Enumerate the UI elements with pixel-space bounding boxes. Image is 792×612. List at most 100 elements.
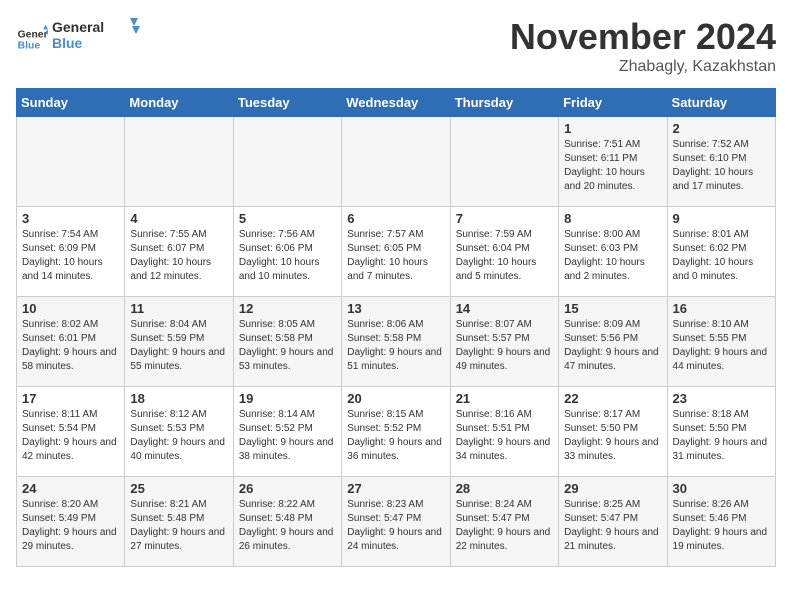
calendar-cell: 27Sunrise: 8:23 AM Sunset: 5:47 PM Dayli… bbox=[342, 477, 450, 567]
day-number: 21 bbox=[456, 391, 553, 406]
day-number: 27 bbox=[347, 481, 444, 496]
calendar-cell bbox=[342, 117, 450, 207]
day-detail: Sunrise: 7:59 AM Sunset: 6:04 PM Dayligh… bbox=[456, 229, 537, 282]
calendar-cell: 15Sunrise: 8:09 AM Sunset: 5:56 PM Dayli… bbox=[559, 297, 667, 387]
calendar-body: 1 Sunrise: 7:51 AM Sunset: 6:11 PM Daylig… bbox=[17, 117, 776, 567]
location: Zhabagly, Kazakhstan bbox=[510, 58, 776, 76]
day-number: 2 bbox=[673, 121, 770, 136]
calendar-cell: 14 Sunrise: 8:07 AM Sunset: 5:57 PM Dayli… bbox=[450, 297, 558, 387]
logo-svg: General Blue bbox=[52, 16, 142, 56]
calendar-cell: 13 Sunrise: 8:06 AM Sunset: 5:58 PM Dayli… bbox=[342, 297, 450, 387]
day-detail: Sunrise: 8:05 AM Sunset: 5:58 PM Dayligh… bbox=[239, 319, 334, 372]
calendar-cell: 7 Sunrise: 7:59 AM Sunset: 6:04 PM Daylig… bbox=[450, 207, 558, 297]
calendar-week-3: 10 Sunrise: 8:02 AM Sunset: 6:01 PM Dayli… bbox=[17, 297, 776, 387]
day-detail: Sunrise: 7:52 AM Sunset: 6:10 PM Dayligh… bbox=[673, 139, 754, 192]
day-number: 25 bbox=[130, 481, 227, 496]
calendar-cell: 28Sunrise: 8:24 AM Sunset: 5:47 PM Dayli… bbox=[450, 477, 558, 567]
calendar-cell: 3Sunrise: 7:54 AM Sunset: 6:09 PM Daylig… bbox=[17, 207, 125, 297]
day-detail: Sunrise: 8:09 AM Sunset: 5:56 PM Dayligh… bbox=[564, 319, 659, 372]
day-detail: Sunrise: 8:06 AM Sunset: 5:58 PM Dayligh… bbox=[347, 319, 442, 372]
day-number: 20 bbox=[347, 391, 444, 406]
calendar-cell: 29 Sunrise: 8:25 AM Sunset: 5:47 PM Dayli… bbox=[559, 477, 667, 567]
day-number: 26 bbox=[239, 481, 336, 496]
calendar-week-5: 24 Sunrise: 8:20 AM Sunset: 5:49 PM Dayli… bbox=[17, 477, 776, 567]
calendar-cell bbox=[233, 117, 341, 207]
day-number: 22 bbox=[564, 391, 661, 406]
calendar-cell: 8 Sunrise: 8:00 AM Sunset: 6:03 PM Daylig… bbox=[559, 207, 667, 297]
page-header: General Blue General Blue November 2024 … bbox=[16, 16, 776, 76]
day-number: 13 bbox=[347, 301, 444, 316]
logo: General Blue General Blue bbox=[16, 16, 142, 61]
day-number: 7 bbox=[456, 211, 553, 226]
day-number: 9 bbox=[673, 211, 770, 226]
day-detail: Sunrise: 8:10 AM Sunset: 5:55 PM Dayligh… bbox=[673, 319, 768, 372]
day-detail: Sunrise: 8:21 AM Sunset: 5:48 PM Dayligh… bbox=[130, 499, 225, 552]
svg-text:General: General bbox=[52, 19, 104, 35]
calendar-cell: 16 Sunrise: 8:10 AM Sunset: 5:55 PM Dayli… bbox=[667, 297, 775, 387]
day-detail: Sunrise: 8:07 AM Sunset: 5:57 PM Dayligh… bbox=[456, 319, 551, 372]
svg-text:General: General bbox=[18, 29, 48, 40]
day-number: 30 bbox=[673, 481, 770, 496]
day-detail: Sunrise: 7:51 AM Sunset: 6:11 PM Dayligh… bbox=[564, 139, 645, 192]
calendar-cell: 2 Sunrise: 7:52 AM Sunset: 6:10 PM Daylig… bbox=[667, 117, 775, 207]
day-number: 8 bbox=[564, 211, 661, 226]
calendar-cell: 24 Sunrise: 8:20 AM Sunset: 5:49 PM Dayli… bbox=[17, 477, 125, 567]
header-cell-sunday: Sunday bbox=[17, 89, 125, 117]
day-detail: Sunrise: 8:16 AM Sunset: 5:51 PM Dayligh… bbox=[456, 409, 551, 462]
calendar-cell: 23 Sunrise: 8:18 AM Sunset: 5:50 PM Dayli… bbox=[667, 387, 775, 477]
day-detail: Sunrise: 8:02 AM Sunset: 6:01 PM Dayligh… bbox=[22, 319, 117, 372]
day-detail: Sunrise: 8:04 AM Sunset: 5:59 PM Dayligh… bbox=[130, 319, 225, 372]
day-number: 18 bbox=[130, 391, 227, 406]
day-detail: Sunrise: 8:12 AM Sunset: 5:53 PM Dayligh… bbox=[130, 409, 225, 462]
day-number: 16 bbox=[673, 301, 770, 316]
calendar-cell bbox=[125, 117, 233, 207]
header-cell-monday: Monday bbox=[125, 89, 233, 117]
day-number: 29 bbox=[564, 481, 661, 496]
calendar-cell: 6 Sunrise: 7:57 AM Sunset: 6:05 PM Daylig… bbox=[342, 207, 450, 297]
day-number: 1 bbox=[564, 121, 661, 136]
calendar-cell: 25 Sunrise: 8:21 AM Sunset: 5:48 PM Dayli… bbox=[125, 477, 233, 567]
calendar-week-4: 17Sunrise: 8:11 AM Sunset: 5:54 PM Dayli… bbox=[17, 387, 776, 477]
calendar-cell: 20 Sunrise: 8:15 AM Sunset: 5:52 PM Dayli… bbox=[342, 387, 450, 477]
day-detail: Sunrise: 7:57 AM Sunset: 6:05 PM Dayligh… bbox=[347, 229, 428, 282]
header-cell-wednesday: Wednesday bbox=[342, 89, 450, 117]
svg-text:Blue: Blue bbox=[52, 35, 83, 51]
day-number: 5 bbox=[239, 211, 336, 226]
day-number: 4 bbox=[130, 211, 227, 226]
day-number: 19 bbox=[239, 391, 336, 406]
day-number: 23 bbox=[673, 391, 770, 406]
day-detail: Sunrise: 8:20 AM Sunset: 5:49 PM Dayligh… bbox=[22, 499, 117, 552]
header-row: SundayMondayTuesdayWednesdayThursdayFrid… bbox=[17, 89, 776, 117]
logo-icon: General Blue bbox=[16, 23, 48, 55]
calendar-cell: 10 Sunrise: 8:02 AM Sunset: 6:01 PM Dayli… bbox=[17, 297, 125, 387]
calendar-cell: 26 Sunrise: 8:22 AM Sunset: 5:48 PM Dayli… bbox=[233, 477, 341, 567]
day-number: 14 bbox=[456, 301, 553, 316]
calendar-cell: 12 Sunrise: 8:05 AM Sunset: 5:58 PM Dayli… bbox=[233, 297, 341, 387]
day-detail: Sunrise: 8:15 AM Sunset: 5:52 PM Dayligh… bbox=[347, 409, 442, 462]
day-number: 10 bbox=[22, 301, 119, 316]
month-title: November 2024 bbox=[510, 16, 776, 58]
day-detail: Sunrise: 8:11 AM Sunset: 5:54 PM Dayligh… bbox=[22, 409, 117, 462]
calendar-cell: 11Sunrise: 8:04 AM Sunset: 5:59 PM Dayli… bbox=[125, 297, 233, 387]
day-number: 12 bbox=[239, 301, 336, 316]
day-detail: Sunrise: 7:56 AM Sunset: 6:06 PM Dayligh… bbox=[239, 229, 320, 282]
header-cell-tuesday: Tuesday bbox=[233, 89, 341, 117]
day-detail: Sunrise: 7:55 AM Sunset: 6:07 PM Dayligh… bbox=[130, 229, 211, 282]
calendar-cell: 17Sunrise: 8:11 AM Sunset: 5:54 PM Dayli… bbox=[17, 387, 125, 477]
header-cell-friday: Friday bbox=[559, 89, 667, 117]
calendar-cell bbox=[450, 117, 558, 207]
title-block: November 2024 Zhabagly, Kazakhstan bbox=[510, 16, 776, 76]
day-detail: Sunrise: 8:25 AM Sunset: 5:47 PM Dayligh… bbox=[564, 499, 659, 552]
day-number: 6 bbox=[347, 211, 444, 226]
day-detail: Sunrise: 8:18 AM Sunset: 5:50 PM Dayligh… bbox=[673, 409, 768, 462]
day-detail: Sunrise: 8:00 AM Sunset: 6:03 PM Dayligh… bbox=[564, 229, 645, 282]
day-detail: Sunrise: 8:22 AM Sunset: 5:48 PM Dayligh… bbox=[239, 499, 334, 552]
day-number: 24 bbox=[22, 481, 119, 496]
svg-text:Blue: Blue bbox=[18, 40, 41, 51]
calendar-cell: 9Sunrise: 8:01 AM Sunset: 6:02 PM Daylig… bbox=[667, 207, 775, 297]
calendar-header: SundayMondayTuesdayWednesdayThursdayFrid… bbox=[17, 89, 776, 117]
calendar-table: SundayMondayTuesdayWednesdayThursdayFrid… bbox=[16, 88, 776, 567]
day-detail: Sunrise: 8:24 AM Sunset: 5:47 PM Dayligh… bbox=[456, 499, 551, 552]
day-detail: Sunrise: 8:14 AM Sunset: 5:52 PM Dayligh… bbox=[239, 409, 334, 462]
calendar-cell: 22Sunrise: 8:17 AM Sunset: 5:50 PM Dayli… bbox=[559, 387, 667, 477]
